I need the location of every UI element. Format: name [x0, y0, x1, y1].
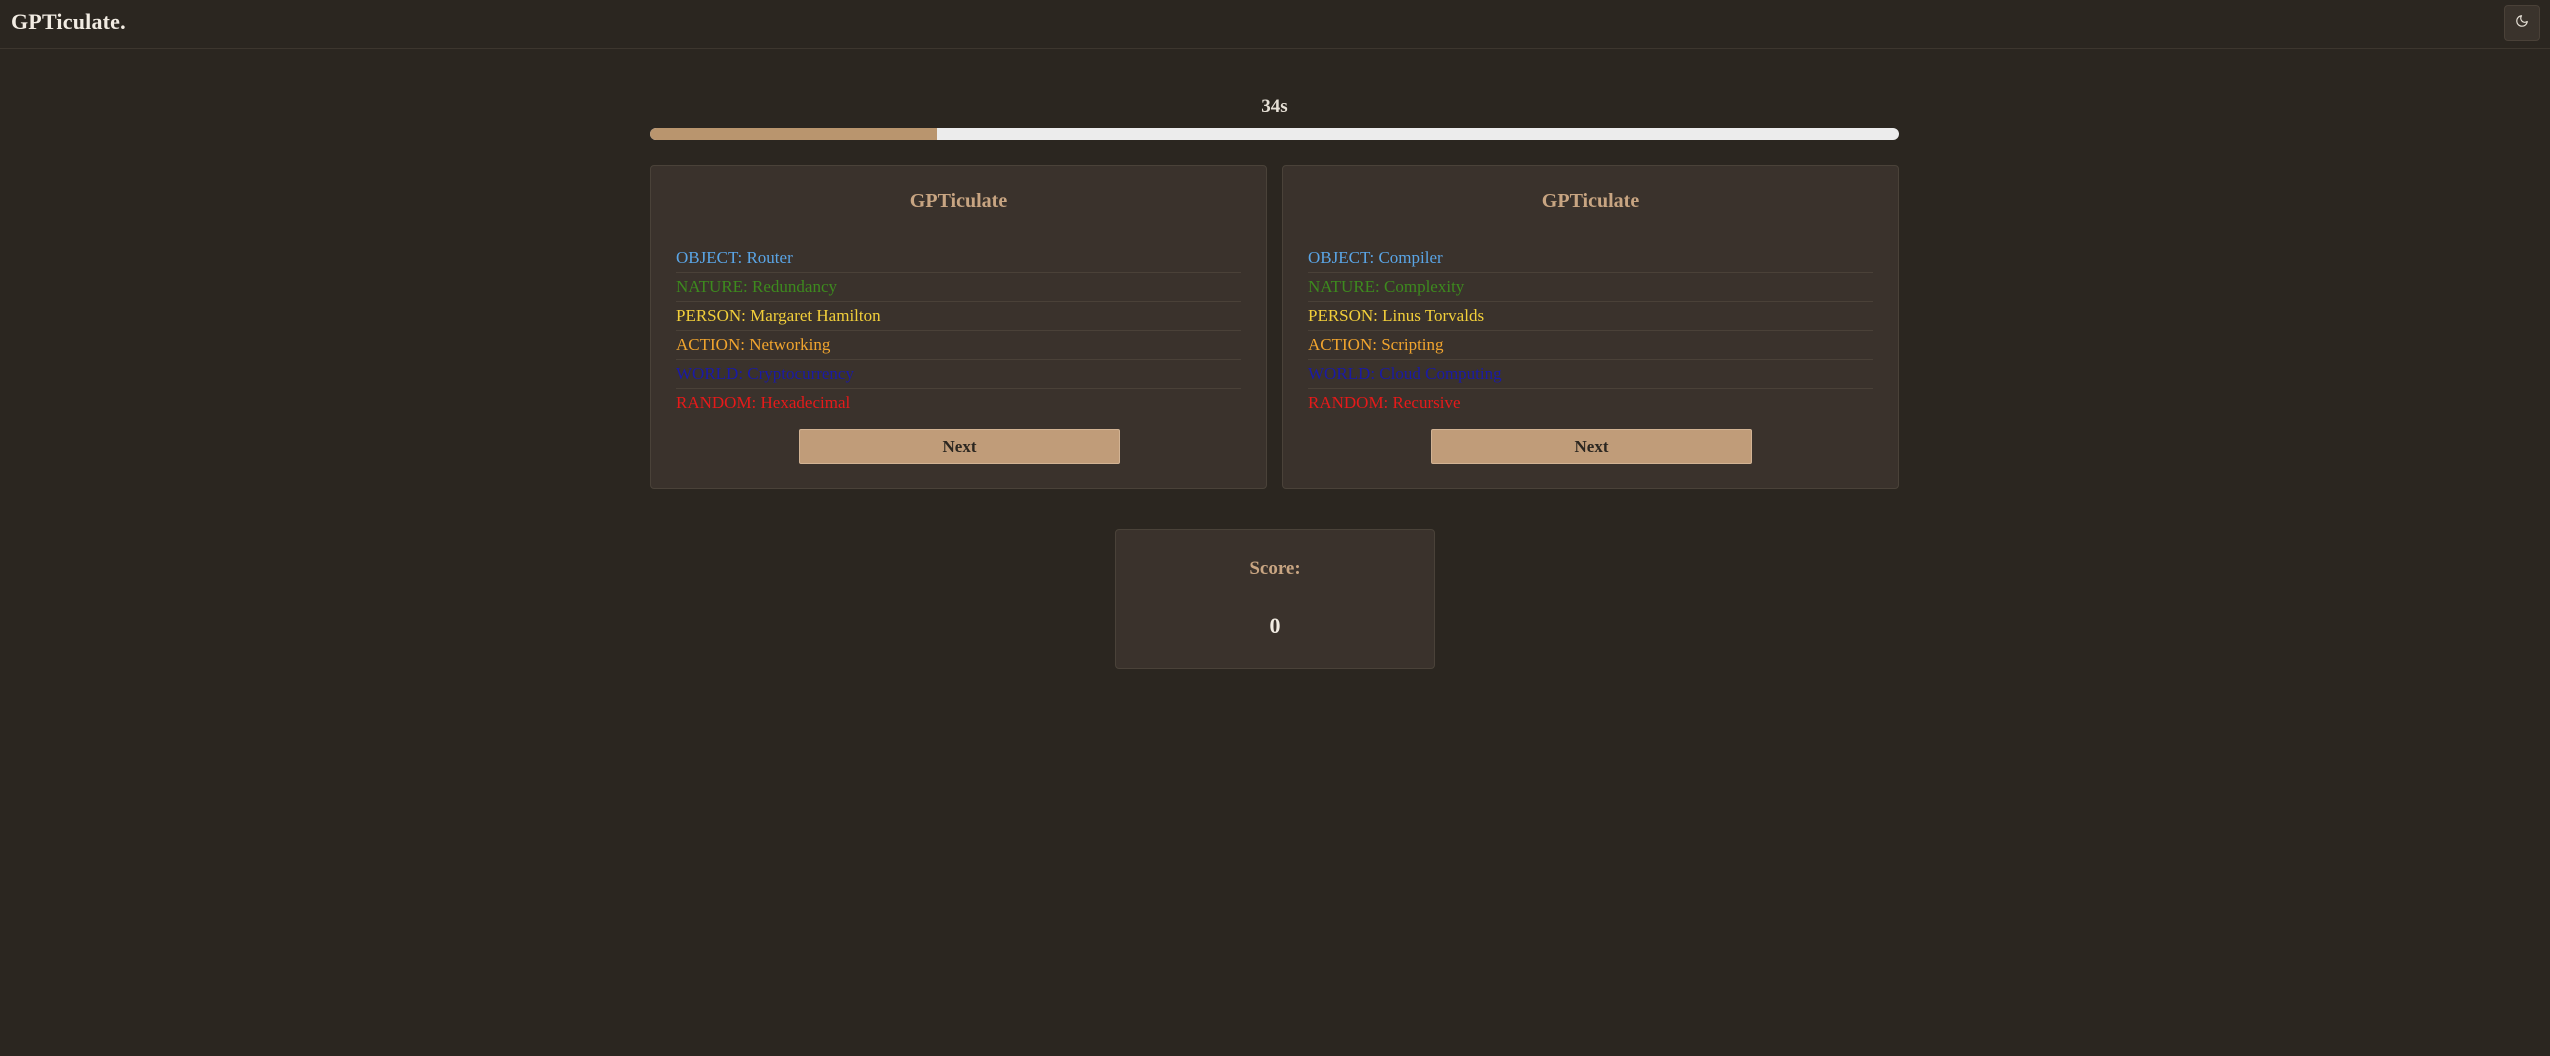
word-list: OBJECT: Compiler NATURE: Complexity PERS…: [1308, 244, 1873, 417]
word-item-action: ACTION: Networking: [676, 331, 1241, 360]
top-bar: GPTiculate.: [0, 0, 2550, 49]
moon-icon: [2515, 14, 2529, 33]
score-label: Score:: [1249, 558, 1301, 579]
next-button[interactable]: Next: [799, 429, 1120, 464]
timer-progress-bar: [650, 128, 1899, 140]
score-value: 0: [1269, 613, 1281, 638]
card-title: GPTiculate: [1541, 190, 1640, 212]
word-item-object: OBJECT: Router: [676, 244, 1241, 273]
word-item-nature: NATURE: Complexity: [1308, 273, 1873, 302]
word-item-person: PERSON: Linus Torvalds: [1308, 302, 1873, 331]
word-item-random: RANDOM: Hexadecimal: [676, 393, 851, 412]
timer-text: 34s: [1261, 96, 1288, 117]
word-item-world: WORLD: Cryptocurrency: [676, 360, 1241, 389]
next-button[interactable]: Next: [1431, 429, 1752, 464]
word-card-2: GPTiculate OBJECT: Compiler NATURE: Comp…: [1282, 165, 1899, 489]
word-item-nature: NATURE: Redundancy: [676, 273, 1241, 302]
word-item-person: PERSON: Margaret Hamilton: [676, 302, 1241, 331]
word-list: OBJECT: Router NATURE: Redundancy PERSON…: [676, 244, 1241, 417]
timer-progress-fill: [650, 128, 938, 140]
word-item-random: RANDOM: Recursive: [1308, 393, 1461, 412]
score-panel: Score: 0: [1115, 529, 1435, 669]
word-item-action: ACTION: Scripting: [1308, 331, 1873, 360]
app-logo[interactable]: GPTiculate.: [11, 9, 126, 35]
word-item-object: OBJECT: Compiler: [1308, 244, 1873, 273]
card-title: GPTiculate: [909, 190, 1008, 212]
theme-toggle-button[interactable]: [2504, 5, 2540, 41]
word-card-1: GPTiculate OBJECT: Router NATURE: Redund…: [650, 165, 1267, 489]
word-item-world: WORLD: Cloud Computing: [1308, 360, 1873, 389]
